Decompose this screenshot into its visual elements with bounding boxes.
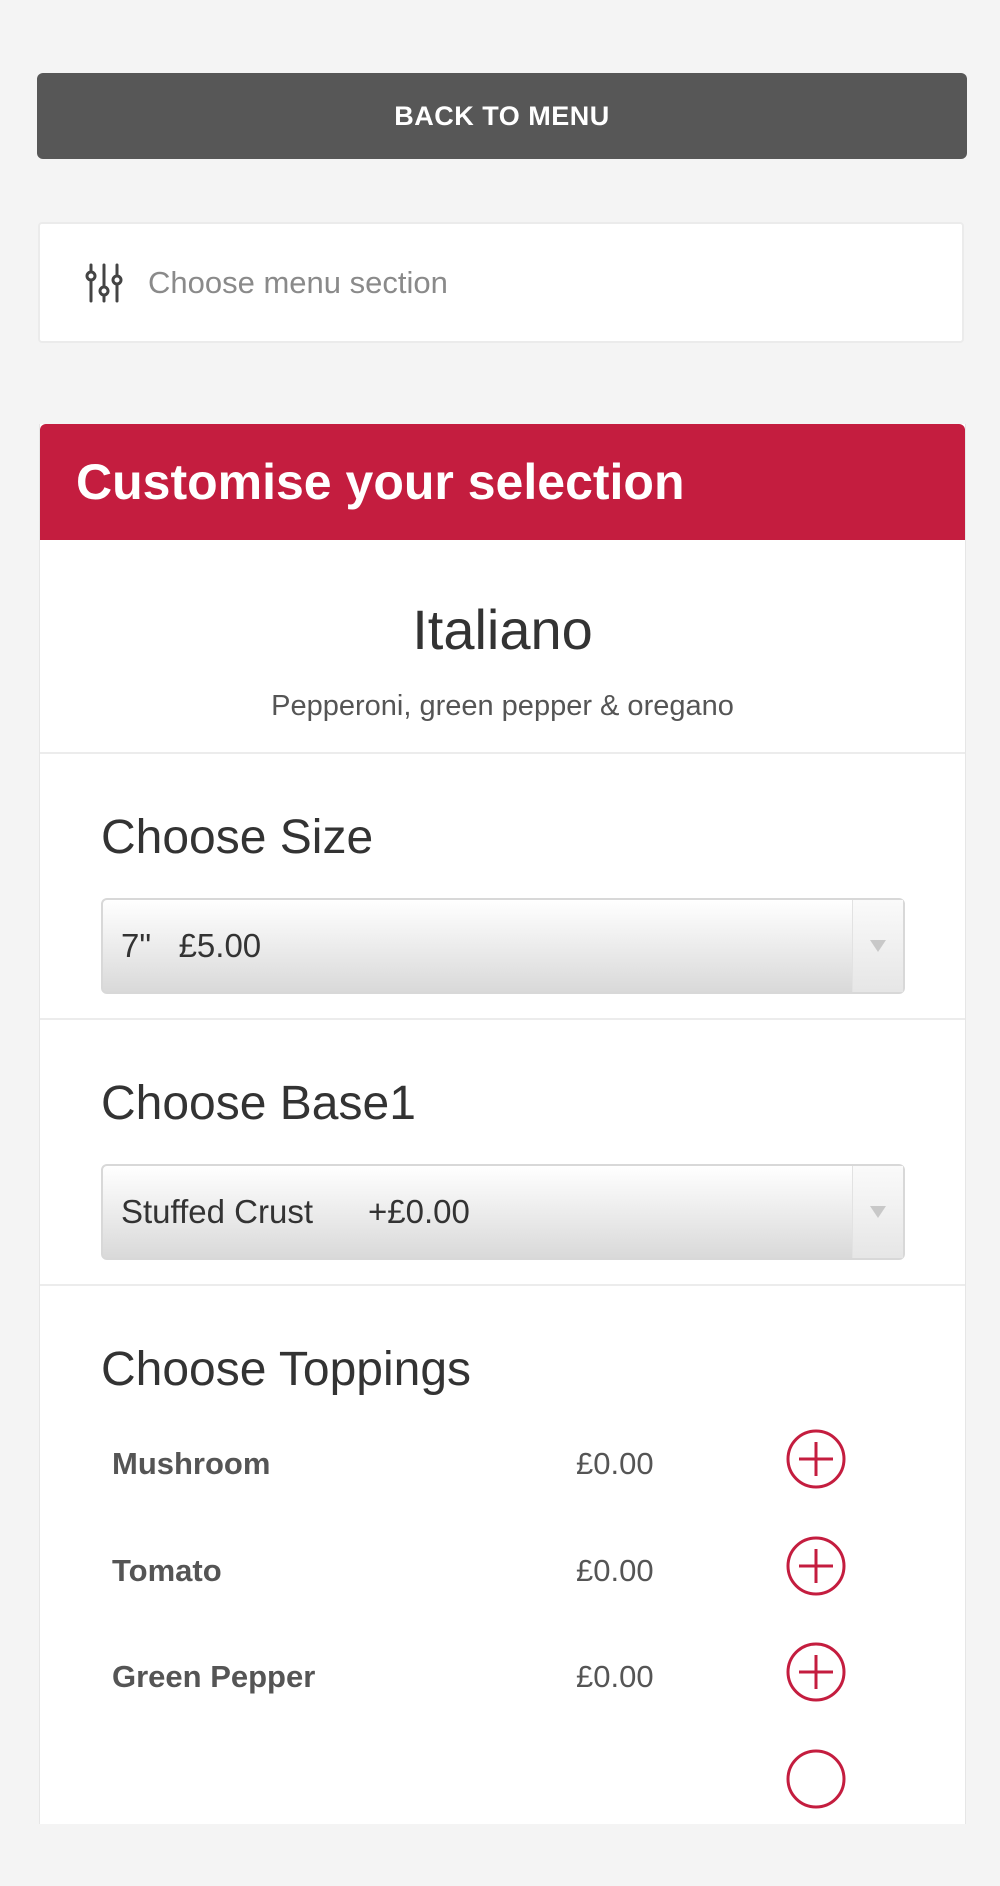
size-select[interactable]: 7" £5.00: [101, 898, 905, 994]
base-dropdown-toggle[interactable]: [852, 1166, 903, 1258]
product-info: Italiano Pepperoni, green pepper & orega…: [40, 540, 965, 754]
plus-circle-icon[interactable]: [785, 1428, 847, 1490]
base-select[interactable]: Stuffed Crust +£0.00: [101, 1164, 905, 1260]
card-header: Customise your selection: [40, 424, 965, 540]
topping-price: £0.00: [576, 1659, 654, 1694]
topping-name: Green Pepper: [112, 1659, 316, 1694]
topping-name: Tomato: [112, 1553, 222, 1588]
topping-row-partial: [40, 1749, 965, 1866]
size-title: Choose Size: [101, 811, 374, 864]
size-dropdown-toggle[interactable]: [852, 900, 903, 992]
page-title: Customise your selection: [76, 454, 685, 510]
chevron-down-icon: [870, 940, 886, 952]
topping-name: Mushroom: [112, 1446, 271, 1481]
size-selected-value: 7" £5.00: [121, 927, 262, 964]
chevron-down-icon: [870, 1206, 886, 1218]
topping-price: £0.00: [576, 1446, 654, 1481]
back-to-menu-button[interactable]: BACK TO MENU: [37, 73, 967, 159]
menu-section-label: Choose menu section: [148, 264, 448, 300]
base-title: Choose Base1: [101, 1077, 416, 1130]
topping-price: £0.00: [576, 1553, 654, 1588]
topping-row: Mushroom £0.00: [40, 1429, 965, 1546]
plus-circle-icon[interactable]: [785, 1641, 847, 1703]
topping-row: Tomato £0.00: [40, 1536, 965, 1653]
base-selected-value: Stuffed Crust +£0.00: [121, 1193, 470, 1230]
toppings-title: Choose Toppings: [101, 1343, 472, 1396]
sliders-icon: [85, 263, 123, 302]
size-section: Choose Size 7" £5.00: [40, 754, 965, 1020]
topping-row: Green Pepper £0.00: [40, 1642, 965, 1759]
plus-circle-icon[interactable]: [785, 1535, 847, 1597]
base-section: Choose Base1 Stuffed Crust +£0.00: [40, 1020, 965, 1286]
product-description: Pepperoni, green pepper & oregano: [271, 690, 734, 722]
customise-card: Customise your selection Italiano Pepper…: [39, 424, 966, 1824]
product-name: Italiano: [412, 598, 593, 661]
plus-circle-icon[interactable]: [785, 1748, 847, 1810]
menu-section-picker[interactable]: Choose menu section: [38, 222, 964, 343]
toppings-section: Choose Toppings Mushroom £0.00 Tomato £0…: [40, 1286, 965, 1886]
